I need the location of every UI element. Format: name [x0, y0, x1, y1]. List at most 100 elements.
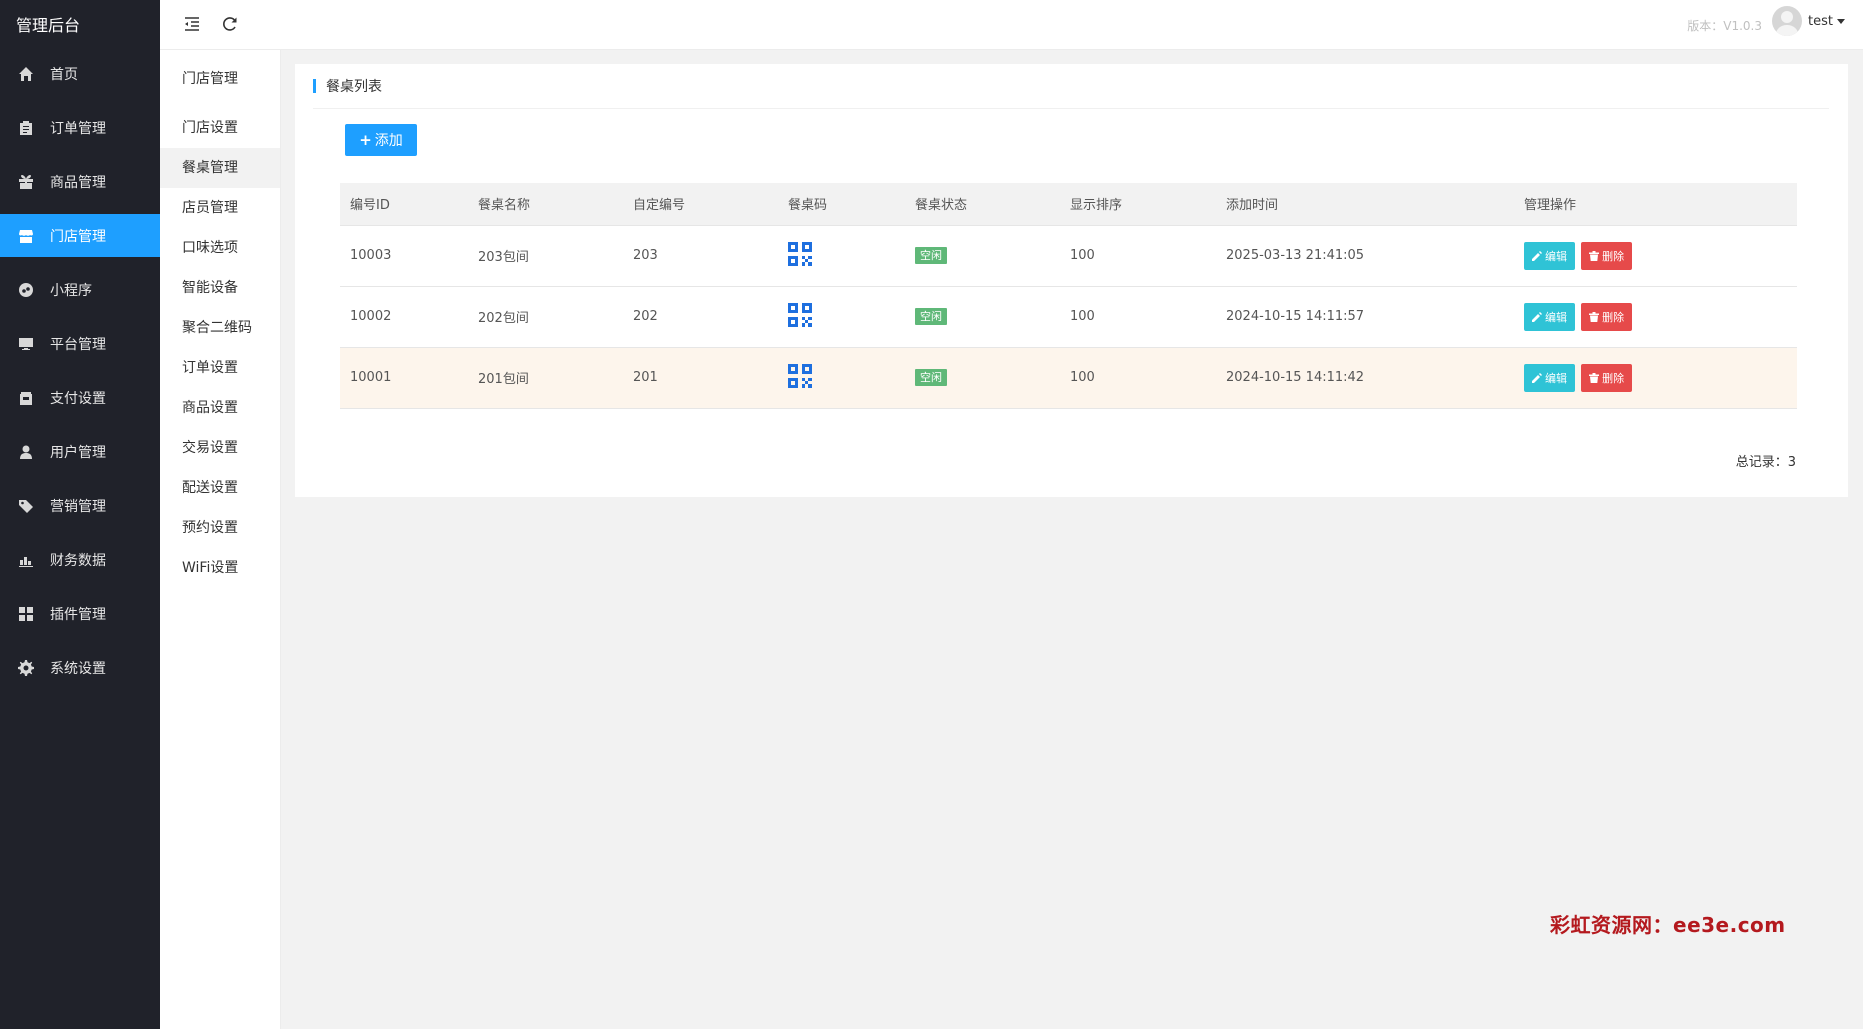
sidebar-item-miniprogram[interactable]: 小程序	[0, 268, 160, 311]
column-header: 显示排序	[1060, 183, 1216, 226]
subnav-item-staff[interactable]: 店员管理	[160, 188, 280, 228]
subnav-title: 门店管理	[182, 71, 238, 87]
qrcode-icon[interactable]	[788, 302, 812, 327]
sidebar-item-label: 平台管理	[50, 336, 106, 353]
edit-button-label: 编辑	[1545, 371, 1567, 385]
sidebar-item-label: 商品管理	[50, 174, 106, 191]
sidebar-item-platform[interactable]: 平台管理	[0, 322, 160, 365]
column-header: 餐桌状态	[905, 183, 1060, 226]
column-header: 自定编号	[623, 183, 778, 226]
edit-button[interactable]: 编辑	[1524, 302, 1575, 331]
column-header: 管理操作	[1514, 183, 1797, 226]
table-row: 10003 203包间 203 空闲 100 2025-03-13 21:41:…	[340, 225, 1797, 286]
subnav-item-smart-devices[interactable]: 智能设备	[160, 268, 280, 308]
subnav-item-table-management[interactable]: 餐桌管理	[160, 148, 280, 188]
cell-sort: 100	[1070, 370, 1095, 385]
sidebar-item-label: 支付设置	[50, 390, 106, 407]
qrcode-icon[interactable]	[788, 241, 812, 266]
user-menu[interactable]: test	[1772, 6, 1845, 36]
add-button[interactable]: + 添加	[345, 124, 417, 156]
gear-icon	[18, 659, 34, 676]
edit-button[interactable]: 编辑	[1524, 241, 1575, 270]
delete-button-label: 删除	[1602, 371, 1625, 385]
pencil-icon	[1532, 372, 1542, 383]
miniprogram-icon	[18, 282, 34, 298]
pencil-icon	[1532, 250, 1542, 261]
subnav-item-order-settings[interactable]: 订单设置	[160, 348, 280, 388]
status-badge: 空闲	[915, 247, 947, 264]
delete-button[interactable]: 删除	[1581, 363, 1633, 392]
tables-table: 编号ID 餐桌名称 自定编号 餐桌码 餐桌状态 显示排序 添加时间 管理操作 1…	[340, 183, 1797, 409]
version-label: 版本：V1.0.3	[1687, 19, 1762, 33]
chart-icon	[18, 552, 34, 568]
cell-name: 202包间	[478, 311, 529, 326]
cell-code: 201	[633, 370, 658, 385]
sidebar-item-marketing[interactable]: 营销管理	[0, 484, 160, 527]
main-sidebar: 管理后台 首页 订单管理 商品管理 门店管理 小程序 平台管理 支付设置 用户管…	[0, 0, 160, 1029]
edit-button-label: 编辑	[1545, 310, 1567, 324]
table-row: 10002 202包间 202 空闲 100 2024-10-15 14:11:…	[340, 286, 1797, 347]
column-header: 餐桌名称	[468, 183, 623, 226]
cell-time: 2024-10-15 14:11:57	[1226, 309, 1365, 324]
clipboard-icon	[18, 120, 34, 136]
collapse-menu-icon[interactable]	[182, 14, 202, 34]
subnav-item-wifi-settings[interactable]: WiFi设置	[160, 548, 280, 588]
column-header: 添加时间	[1216, 183, 1514, 226]
sidebar-item-system[interactable]: 系统设置	[0, 646, 160, 689]
card-title: 餐桌列表	[326, 79, 382, 95]
subnav-item-aggregate-qr[interactable]: 聚合二维码	[160, 308, 280, 348]
sidebar-item-users[interactable]: 用户管理	[0, 430, 160, 473]
monitor-icon	[18, 336, 34, 352]
sidebar-item-payment[interactable]: 支付设置	[0, 376, 160, 419]
trash-icon	[1589, 250, 1600, 261]
sidebar-item-products[interactable]: 商品管理	[0, 160, 160, 203]
sidebar-item-plugins[interactable]: 插件管理	[0, 592, 160, 635]
sidebar-item-orders[interactable]: 订单管理	[0, 106, 160, 149]
store-icon	[18, 228, 34, 244]
sidebar-item-home[interactable]: 首页	[0, 52, 160, 95]
subnav-item-delivery-settings[interactable]: 配送设置	[160, 468, 280, 508]
top-header: 版本：V1.0.3 test	[160, 0, 1863, 50]
edit-button[interactable]: 编辑	[1524, 363, 1575, 392]
pencil-icon	[1532, 311, 1542, 322]
column-header: 编号ID	[340, 183, 468, 226]
subnav-item-flavor-options[interactable]: 口味选项	[160, 228, 280, 268]
sidebar-item-store[interactable]: 门店管理	[0, 214, 160, 257]
user-icon	[18, 444, 34, 460]
cell-name: 201包间	[478, 372, 529, 387]
card-header: 餐桌列表	[313, 64, 1829, 109]
brand-title: 管理后台	[16, 16, 81, 35]
sidebar-item-label: 用户管理	[50, 444, 106, 461]
add-button-label: 添加	[374, 133, 403, 149]
sidebar-item-label: 财务数据	[50, 552, 106, 569]
trash-icon	[1589, 311, 1600, 322]
delete-button[interactable]: 删除	[1581, 241, 1633, 270]
subnav-item-trade-settings[interactable]: 交易设置	[160, 428, 280, 468]
wallet-icon	[18, 390, 34, 406]
delete-button-label: 删除	[1602, 249, 1625, 263]
subnav-item-product-settings[interactable]: 商品设置	[160, 388, 280, 428]
refresh-icon[interactable]	[220, 14, 240, 34]
trash-icon	[1589, 372, 1600, 383]
cell-code: 202	[633, 309, 658, 324]
tag-icon	[18, 498, 34, 514]
subnav-item-store-settings[interactable]: 门店设置	[160, 108, 280, 148]
chevron-down-icon	[1837, 18, 1845, 24]
table-row: 10001 201包间 201 空闲 100 2024-10-15 14:11:…	[340, 347, 1797, 408]
home-icon	[18, 66, 34, 82]
sidebar-item-label: 门店管理	[50, 228, 106, 245]
cell-id: 10002	[350, 309, 392, 324]
status-badge: 空闲	[915, 369, 947, 386]
puzzle-icon	[18, 606, 34, 622]
sidebar-item-finance[interactable]: 财务数据	[0, 538, 160, 581]
delete-button[interactable]: 删除	[1581, 302, 1633, 331]
plus-icon: +	[359, 131, 372, 149]
cell-id: 10001	[350, 370, 392, 385]
subnav-item-reservation-settings[interactable]: 预约设置	[160, 508, 280, 548]
edit-button-label: 编辑	[1545, 249, 1567, 263]
table-list-card: 餐桌列表 + 添加 编号ID 餐桌名称 自定编号 餐桌码 餐桌状态 显示排序 添…	[295, 64, 1848, 497]
column-header: 餐桌码	[778, 183, 905, 226]
cell-code: 203	[633, 248, 658, 263]
cell-time: 2025-03-13 21:41:05	[1226, 248, 1365, 263]
qrcode-icon[interactable]	[788, 363, 812, 388]
